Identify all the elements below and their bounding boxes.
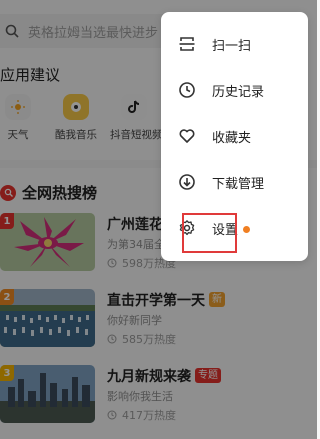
menu-label: 扫一扫	[212, 38, 252, 54]
menu-label: 历史记录	[212, 84, 265, 100]
menu-label: 收藏夹	[212, 130, 252, 146]
menu-label: 下载管理	[212, 176, 265, 192]
menu-item-downloads[interactable]: 下载管理	[161, 159, 308, 205]
heart-icon	[179, 129, 195, 143]
settings-highlight-box	[182, 213, 237, 253]
clock-icon	[179, 82, 195, 98]
menu-item-favorites[interactable]: 收藏夹	[161, 113, 308, 159]
download-icon	[179, 174, 195, 190]
notification-dot	[243, 226, 250, 233]
scan-icon	[179, 37, 195, 51]
menu-item-history[interactable]: 历史记录	[161, 67, 308, 113]
menu-item-scan[interactable]: 扫一扫	[161, 21, 308, 67]
browser-home-page: 英格拉姆当选最快进步 应用建议 天气 酷我音乐 抖音短视频 全网热搜榜 1 广州…	[0, 0, 317, 439]
